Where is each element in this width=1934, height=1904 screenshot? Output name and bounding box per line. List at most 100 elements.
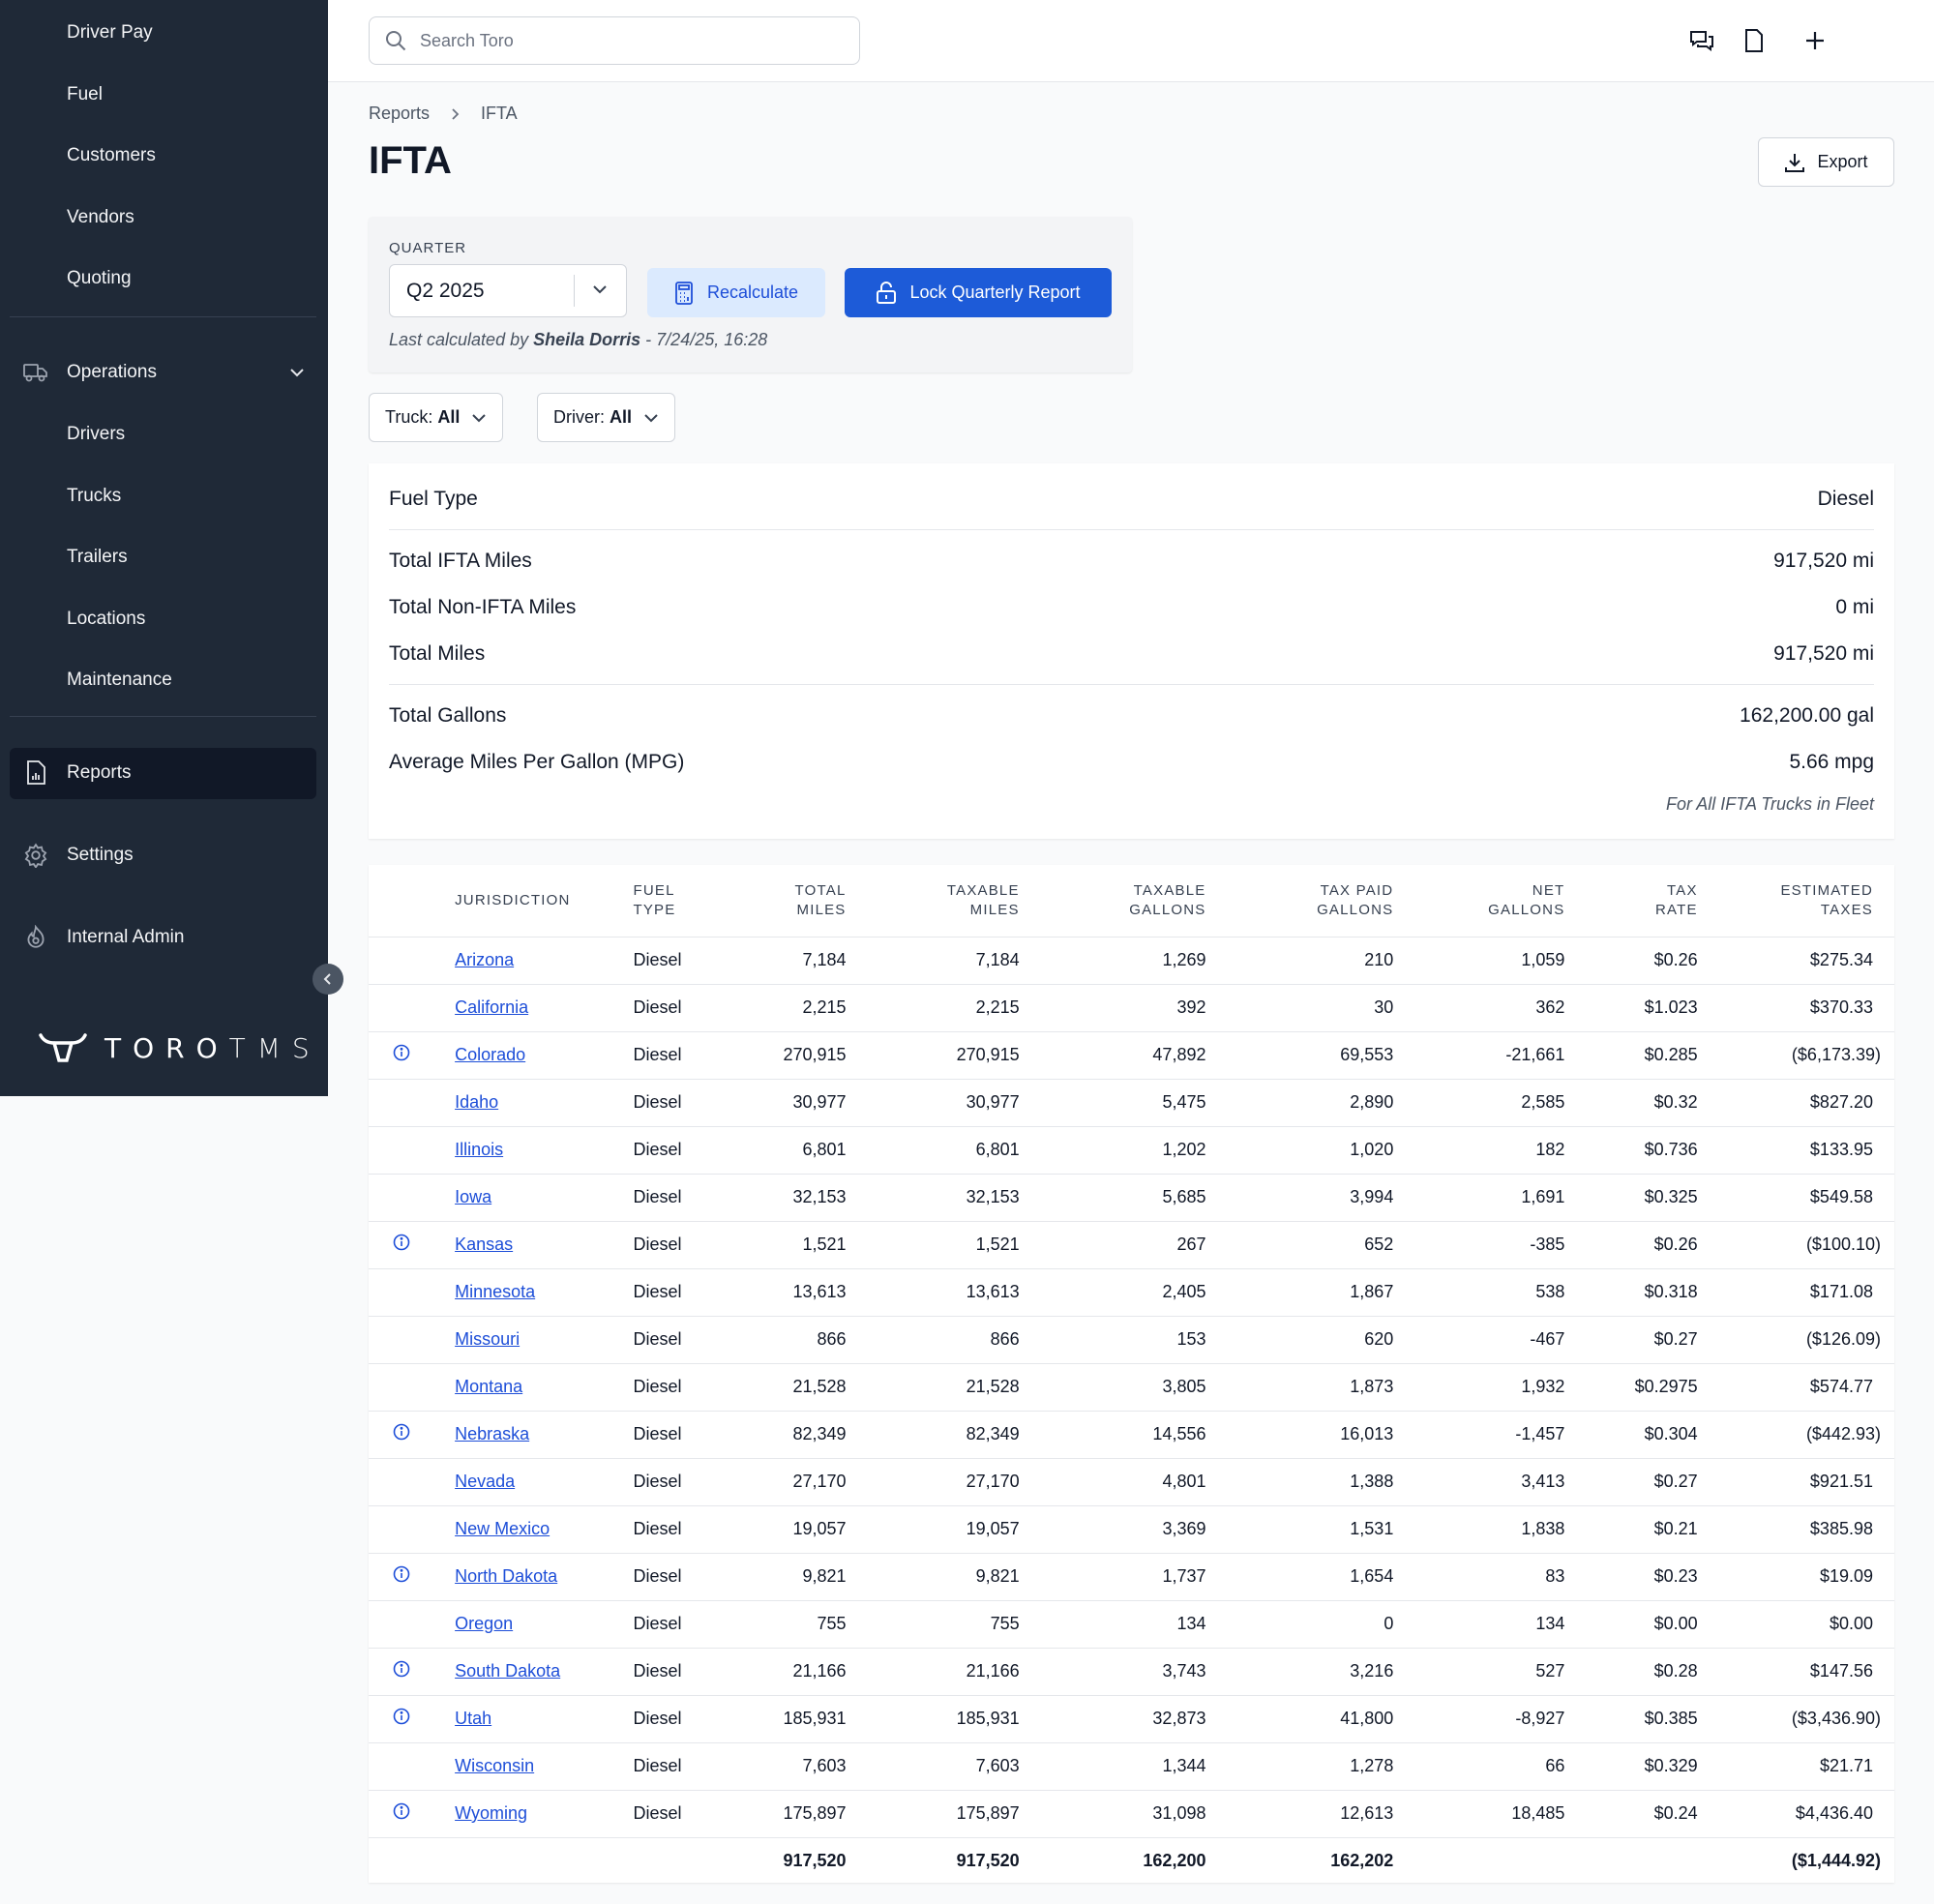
fuel-type-cell: Diesel	[633, 1363, 715, 1412]
jurisdiction-link[interactable]: Nebraska	[455, 1424, 529, 1443]
info-icon[interactable]	[393, 1660, 410, 1678]
fuel-type-cell: Diesel	[633, 1126, 715, 1175]
fuel-type-cell: Diesel	[633, 1648, 715, 1696]
taxable-gallons-cell: 31,098	[1019, 1790, 1206, 1838]
sidebar-item-drivers[interactable]: Drivers	[67, 424, 125, 445]
fuel-type-cell: Diesel	[633, 1268, 715, 1317]
jurisdiction-link[interactable]: California	[455, 997, 528, 1017]
driver-filter[interactable]: Driver: All	[537, 393, 676, 442]
jurisdiction-link[interactable]: South Dakota	[455, 1661, 560, 1681]
breadcrumb-ifta: IFTA	[481, 104, 518, 123]
net-gallons-cell: 1,059	[1393, 937, 1565, 985]
tax-paid-gallons-cell: 2,890	[1205, 1079, 1394, 1127]
header-estimated-taxes[interactable]: ESTIMATED TAXES	[1697, 865, 1894, 937]
jurisdiction-link[interactable]: Iowa	[455, 1187, 491, 1206]
plus-icon[interactable]	[1800, 26, 1830, 55]
jurisdiction-link[interactable]: Wyoming	[455, 1803, 527, 1823]
estimated-taxes-cell: $133.95	[1697, 1126, 1894, 1175]
jurisdiction-link[interactable]: North Dakota	[455, 1566, 557, 1586]
sidebar-item-locations[interactable]: Locations	[67, 609, 145, 630]
estimated-taxes-cell: $275.34	[1697, 937, 1894, 985]
search-input[interactable]: Search Toro	[369, 16, 860, 65]
tax-paid-gallons-cell: 1,278	[1205, 1742, 1394, 1791]
lock-quarterly-report-button[interactable]: Lock Quarterly Report	[845, 268, 1112, 317]
sidebar-item-trucks[interactable]: Trucks	[67, 486, 121, 507]
sidebar-item-fuel[interactable]: Fuel	[67, 84, 103, 105]
sidebar-item-trailers[interactable]: Trailers	[67, 547, 128, 568]
jurisdiction-link[interactable]: Illinois	[455, 1140, 503, 1159]
chevron-down-icon[interactable]	[289, 362, 305, 383]
info-cell	[369, 1268, 435, 1317]
estimated-taxes-cell: ($3,436.90)	[1697, 1695, 1894, 1743]
header-net-gallons[interactable]: NET GALLONS	[1393, 865, 1565, 937]
tax-paid-gallons-cell: 1,020	[1205, 1126, 1394, 1175]
breadcrumb-reports[interactable]: Reports	[369, 104, 430, 124]
info-cell	[369, 1031, 435, 1080]
totals-empty	[633, 1837, 714, 1885]
table-row: North Dakota Diesel 9,821 9,821 1,737 1,654 83…	[369, 1553, 1894, 1601]
jurisdiction-cell: Wisconsin	[434, 1742, 634, 1791]
sidebar-item-quoting[interactable]: Quoting	[67, 268, 132, 289]
info-icon[interactable]	[393, 1708, 410, 1725]
jurisdiction-link[interactable]: Utah	[455, 1709, 491, 1728]
net-gallons-cell: -8,927	[1393, 1695, 1565, 1743]
header-taxable-miles[interactable]: TAXABLE MILES	[846, 865, 1020, 937]
tax-paid-gallons-cell: 30	[1205, 984, 1394, 1032]
jurisdiction-link[interactable]: Oregon	[455, 1614, 513, 1633]
sidebar-item-settings[interactable]: Settings	[23, 830, 305, 880]
info-icon[interactable]	[393, 1234, 410, 1251]
header-tax-rate[interactable]: TAX RATE	[1564, 865, 1698, 937]
taxable-gallons-cell: 1,737	[1019, 1553, 1206, 1601]
jurisdiction-link[interactable]: Missouri	[455, 1329, 520, 1349]
header-taxable-gallons[interactable]: TAXABLE GALLONS	[1019, 865, 1206, 937]
sidebar-item-maintenance[interactable]: Maintenance	[67, 669, 172, 691]
table-row: New Mexico Diesel 19,057 19,057 3,369 1,531 1,…	[369, 1505, 1894, 1554]
info-icon[interactable]	[393, 1423, 410, 1441]
jurisdiction-link[interactable]: Nevada	[455, 1472, 515, 1491]
jurisdiction-cell: Colorado	[434, 1031, 634, 1080]
recalculate-button[interactable]: Recalculate	[647, 268, 825, 317]
fuel-type-cell: Diesel	[633, 1505, 715, 1554]
header-fuel-type[interactable]: FUEL TYPE	[633, 865, 715, 937]
admin-icon	[23, 925, 48, 950]
header-jurisdiction[interactable]: JURISDICTION	[434, 865, 634, 937]
truck-filter[interactable]: Truck: All	[369, 393, 504, 442]
sidebar-item-driver-pay[interactable]: Driver Pay	[67, 22, 153, 44]
jurisdiction-link[interactable]: Idaho	[455, 1092, 498, 1112]
header-tax-paid-gallons[interactable]: TAX PAID GALLONS	[1205, 865, 1394, 937]
info-icon[interactable]	[393, 1044, 410, 1061]
jurisdiction-link[interactable]: Montana	[455, 1377, 522, 1396]
jurisdiction-link[interactable]: Colorado	[455, 1045, 525, 1064]
jurisdiction-link[interactable]: Wisconsin	[455, 1756, 534, 1775]
header-total-miles[interactable]: TOTAL MILES	[714, 865, 847, 937]
sidebar-item-internal-admin[interactable]: Internal Admin	[23, 912, 305, 963]
export-button[interactable]: Export	[1758, 137, 1894, 187]
table-row: Utah Diesel 185,931 185,931 32,873 41,800 -8,9…	[369, 1695, 1894, 1743]
recalculate-label: Recalculate	[706, 283, 799, 302]
quarter-select[interactable]: Q2 2025	[389, 264, 627, 317]
jurisdiction-link[interactable]: Kansas	[455, 1235, 513, 1254]
net-gallons-cell: 182	[1393, 1126, 1565, 1175]
net-gallons-cell: 66	[1393, 1742, 1565, 1791]
info-icon[interactable]	[393, 1802, 410, 1820]
download-icon	[1784, 152, 1805, 173]
jurisdiction-cell: Wyoming	[434, 1790, 634, 1838]
info-icon[interactable]	[393, 1565, 410, 1583]
sidebar-item-vendors[interactable]: Vendors	[67, 207, 134, 228]
bull-horns-icon	[39, 1031, 87, 1064]
collapse-sidebar-button[interactable]	[312, 964, 343, 995]
sidebar-item-customers[interactable]: Customers	[67, 145, 156, 166]
jurisdiction-link[interactable]: Minnesota	[455, 1282, 535, 1301]
tax-paid-gallons-cell: 12,613	[1205, 1790, 1394, 1838]
taxable-miles-cell: 13,613	[846, 1268, 1020, 1317]
quarter-value: Q2 2025	[406, 279, 485, 302]
topbar: Search Toro	[328, 0, 1934, 82]
jurisdiction-link[interactable]: New Mexico	[455, 1519, 550, 1538]
info-cell	[369, 1742, 435, 1791]
table-row: Oregon Diesel 755 755 134 0 134 $0.00 $0.00	[369, 1600, 1894, 1649]
document-icon[interactable]	[1740, 26, 1769, 55]
sidebar-item-reports[interactable]: Reports	[23, 748, 305, 798]
chat-icon[interactable]	[1687, 26, 1716, 55]
jurisdiction-link[interactable]: Arizona	[455, 950, 514, 969]
sidebar-item-operations[interactable]: Operations	[23, 347, 305, 398]
